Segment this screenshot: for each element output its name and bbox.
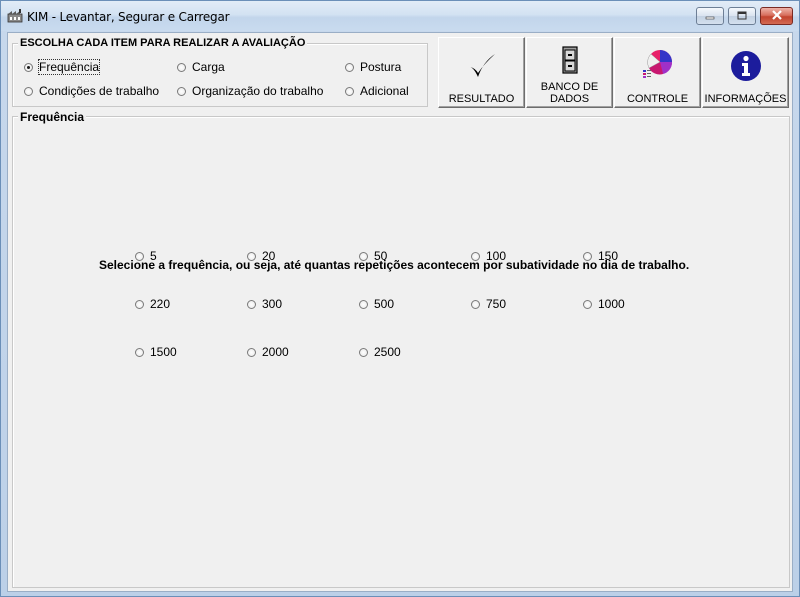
minimize-icon xyxy=(705,9,715,23)
radio-button[interactable] xyxy=(471,299,480,309)
radio-organizacao-do-trabalho[interactable]: Organização do trabalho xyxy=(177,84,323,98)
radio-button[interactable] xyxy=(345,86,354,96)
title-bar[interactable]: KIM - Levantar, Segurar e Carregar xyxy=(1,1,799,31)
radio-button[interactable] xyxy=(135,251,144,261)
radio-button[interactable] xyxy=(359,299,368,309)
frequency-option-500[interactable]: 500 xyxy=(359,297,394,311)
radio-postura[interactable]: Postura xyxy=(345,60,401,74)
frequency-option-750[interactable]: 750 xyxy=(471,297,506,311)
radio-button[interactable] xyxy=(359,251,368,261)
banco-de-dados-label: BANCO DE DADOS xyxy=(540,81,599,105)
info-icon xyxy=(703,50,788,82)
informacoes-label: INFORMAÇÕES xyxy=(704,93,787,105)
resultado-button[interactable]: RESULTADO xyxy=(438,37,525,108)
radio-button[interactable] xyxy=(471,251,480,261)
radio-button[interactable] xyxy=(583,299,592,309)
frequency-option-1500[interactable]: 1500 xyxy=(135,345,177,359)
frequency-option-20[interactable]: 20 xyxy=(247,249,275,263)
radio-button[interactable] xyxy=(583,251,592,261)
frequency-option-100[interactable]: 100 xyxy=(471,249,506,263)
frequency-option-220[interactable]: 220 xyxy=(135,297,170,311)
frequency-option-50[interactable]: 50 xyxy=(359,249,387,263)
frequency-option-1000[interactable]: 1000 xyxy=(583,297,625,311)
evaluation-items-group: ESCOLHA CADA ITEM PARA REALIZAR A AVALIA… xyxy=(12,37,428,107)
banco-de-dados-button[interactable]: BANCO DE DADOS xyxy=(526,37,613,108)
frequency-option-2500[interactable]: 2500 xyxy=(359,345,401,359)
radio-button-checked[interactable] xyxy=(24,62,33,72)
file-cabinet-icon xyxy=(527,46,612,74)
radio-button[interactable] xyxy=(345,62,354,72)
radio-button[interactable] xyxy=(135,299,144,309)
radio-button[interactable] xyxy=(135,347,144,357)
pie-chart-icon xyxy=(615,48,700,80)
minimize-button[interactable] xyxy=(696,7,724,25)
maximize-icon xyxy=(737,9,747,23)
radio-adicional[interactable]: Adicional xyxy=(345,84,409,98)
radio-button[interactable] xyxy=(247,299,256,309)
close-icon xyxy=(771,9,783,23)
radio-button[interactable] xyxy=(359,347,368,357)
radio-carga[interactable]: Carga xyxy=(177,60,225,74)
evaluation-group-legend: ESCOLHA CADA ITEM PARA REALIZAR A AVALIA… xyxy=(18,37,308,49)
informacoes-button[interactable]: INFORMAÇÕES xyxy=(702,37,789,108)
application-window: KIM - Levantar, Segurar e Carregar ESCOL… xyxy=(0,0,800,597)
controle-label: CONTROLE xyxy=(626,93,689,105)
close-button[interactable] xyxy=(760,7,793,25)
frequency-option-300[interactable]: 300 xyxy=(247,297,282,311)
radio-button[interactable] xyxy=(177,86,186,96)
frequency-option-2000[interactable]: 2000 xyxy=(247,345,289,359)
checkmark-icon xyxy=(439,52,524,80)
radio-button[interactable] xyxy=(177,62,186,72)
frequency-option-5[interactable]: 5 xyxy=(135,249,157,263)
window-title: KIM - Levantar, Segurar e Carregar xyxy=(27,10,230,24)
client-area: ESCOLHA CADA ITEM PARA REALIZAR A AVALIA… xyxy=(7,32,793,592)
radio-button[interactable] xyxy=(247,347,256,357)
radio-button[interactable] xyxy=(24,86,33,96)
resultado-label: RESULTADO xyxy=(448,93,515,105)
frequency-option-150[interactable]: 150 xyxy=(583,249,618,263)
frequency-panel: Frequência Selecione a frequência, ou se… xyxy=(12,110,790,588)
app-factory-icon xyxy=(7,9,23,23)
radio-button[interactable] xyxy=(247,251,256,261)
maximize-button[interactable] xyxy=(728,7,756,25)
radio-condicoes-de-trabalho[interactable]: Condições de trabalho xyxy=(24,84,159,98)
radio-frequencia[interactable]: Frequência xyxy=(24,59,101,75)
controle-button[interactable]: CONTROLE xyxy=(614,37,701,108)
frequency-panel-legend: Frequência xyxy=(18,110,87,124)
